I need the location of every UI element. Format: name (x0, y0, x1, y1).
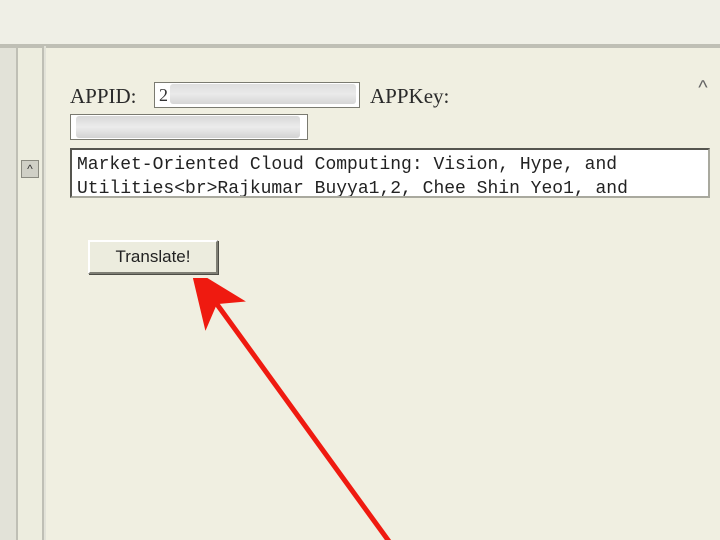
top-bar (0, 0, 720, 46)
source-text-area[interactable]: Market-Oriented Cloud Computing: Vision,… (70, 148, 710, 198)
annotation-arrow-icon (176, 278, 436, 540)
app-window: ^ APPID: APPKey: Market-Oriented Cloud C… (0, 0, 720, 540)
text-line: Utilities<br>Rajkumar Buyya1,2, Chee Shi… (77, 177, 703, 198)
appid-input[interactable] (154, 82, 360, 108)
text-line: Market-Oriented Cloud Computing: Vision,… (77, 153, 703, 177)
chevron-up-icon[interactable]: ^ (692, 78, 714, 100)
chevron-up-icon[interactable]: ^ (21, 160, 39, 178)
appkey-label: APPKey: (370, 84, 449, 109)
left-panel: ^ (16, 46, 44, 540)
appkey-input[interactable] (70, 114, 308, 140)
left-gutter (0, 46, 16, 540)
appid-label: APPID: (70, 84, 137, 109)
translate-button[interactable]: Translate! (88, 240, 218, 274)
main-panel: APPID: APPKey: Market-Oriented Cloud Com… (46, 46, 720, 540)
appkey-row (70, 114, 308, 142)
